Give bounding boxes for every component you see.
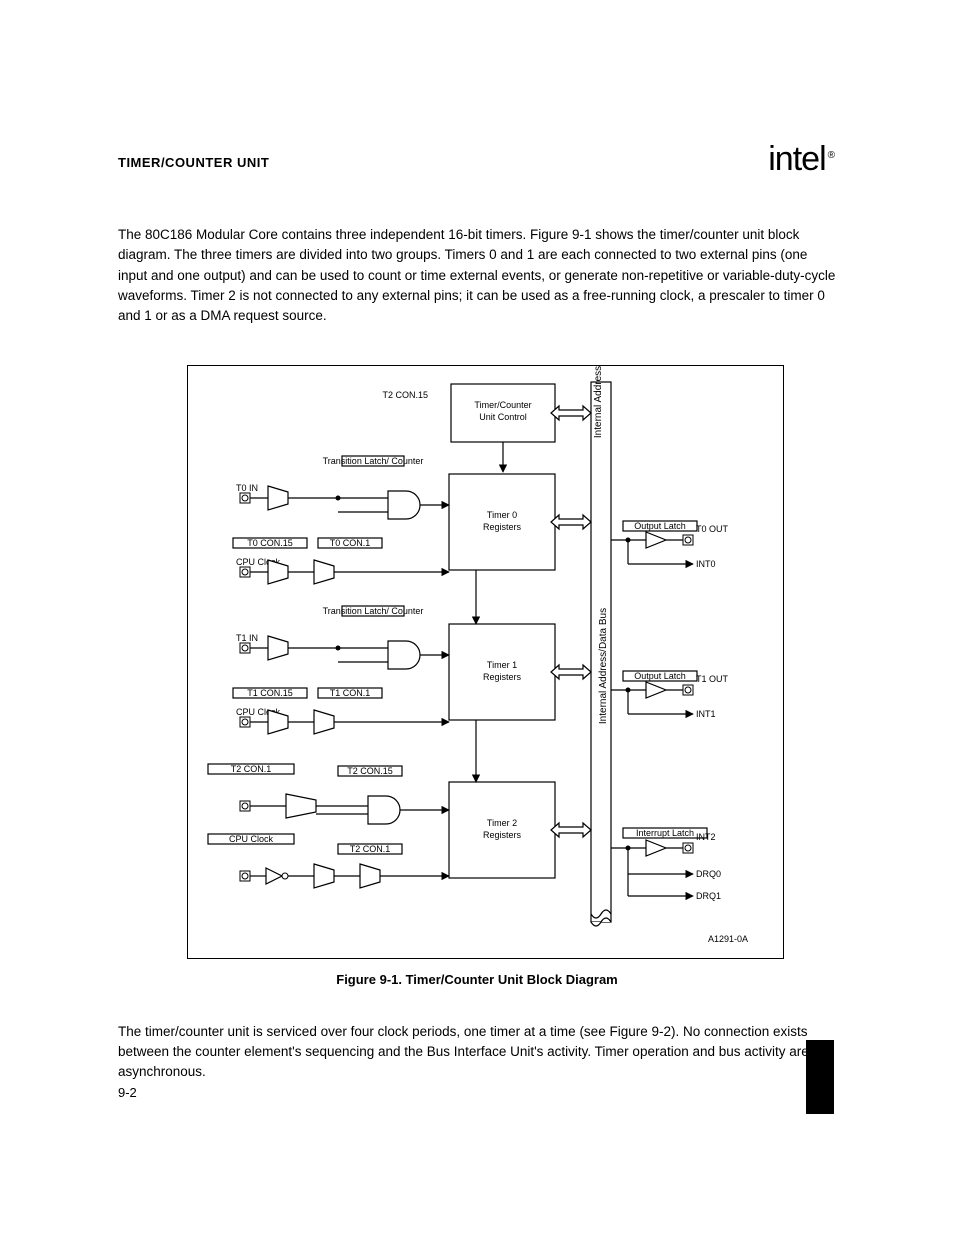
svg-text:T2 CON.1: T2 CON.1 — [231, 764, 272, 774]
svg-text:Output Latch: Output Latch — [634, 521, 686, 531]
svg-text:Registers: Registers — [483, 522, 522, 532]
after-p1: The timer/counter unit is serviced over … — [118, 1022, 838, 1083]
svg-text:Registers: Registers — [483, 672, 522, 682]
figure-caption: Figure 9-1. Timer/Counter Unit Block Dia… — [0, 972, 954, 987]
intel-logo: intel® — [768, 140, 834, 179]
svg-text:Transition Latch/ Counter: Transition Latch/ Counter — [323, 456, 424, 466]
timer2-group: Timer 2 Registers T2 CON.1 T2 CON.15 — [208, 764, 721, 901]
svg-text:Timer 2: Timer 2 — [487, 818, 517, 828]
svg-text:INT1: INT1 — [696, 709, 716, 719]
timer1-group: Timer 1 Registers Transition Latch/ Coun… — [233, 606, 729, 782]
registered-mark: ® — [828, 150, 834, 161]
block-diagram-svg: Internal Address/Data Bus Internal Addre… — [188, 366, 783, 958]
brand-name: intel — [768, 140, 825, 178]
bus-label-rot: Internal Address/Data Bus — [598, 608, 609, 724]
intro-paragraph: The 80C186 Modular Core contains three i… — [118, 225, 838, 340]
svg-text:CPU Clock: CPU Clock — [229, 834, 274, 844]
svg-text:Interrupt Latch: Interrupt Latch — [636, 828, 694, 838]
section-marker-i — [806, 1040, 834, 1114]
svg-text:T0 CON.15: T0 CON.15 — [247, 538, 293, 548]
timer0-group: Timer 0 Registers Transition Latch/ Coun… — [233, 456, 729, 624]
svg-text:Timer 0: Timer 0 — [487, 510, 517, 520]
after-paragraph: The timer/counter unit is serviced over … — [118, 1008, 838, 1096]
svg-text:INT2: INT2 — [696, 832, 716, 842]
svg-text:T1 CON.1: T1 CON.1 — [330, 688, 371, 698]
svg-text:INT0: INT0 — [696, 559, 716, 569]
svg-text:Timer 1: Timer 1 — [487, 660, 517, 670]
svg-text:T1 OUT: T1 OUT — [696, 674, 729, 684]
running-header: TIMER/COUNTER UNIT — [118, 155, 269, 170]
svg-text:Transition Latch/ Counter: Transition Latch/ Counter — [323, 606, 424, 616]
svg-text:T1 CON.15: T1 CON.15 — [247, 688, 293, 698]
svg-text:Unit Control: Unit Control — [479, 412, 527, 422]
page-number: 9-2 — [118, 1085, 137, 1100]
svg-text:Registers: Registers — [483, 830, 522, 840]
svg-text:T0 IN: T0 IN — [236, 483, 258, 493]
figure-frame: Internal Address/Data Bus Internal Addre… — [187, 365, 784, 959]
intro-p1: The 80C186 Modular Core contains three i… — [118, 225, 838, 326]
svg-text:T1 IN: T1 IN — [236, 633, 258, 643]
svg-text:T0 CON.1: T0 CON.1 — [330, 538, 371, 548]
svg-text:Output Latch: Output Latch — [634, 671, 686, 681]
bus-label: Internal Address/Data Bus — [593, 366, 604, 438]
svg-text:DRQ0: DRQ0 — [696, 869, 721, 879]
svg-text:Timer/Counter: Timer/Counter — [474, 400, 531, 410]
svg-text:T2 CON.15: T2 CON.15 — [347, 766, 393, 776]
part-number: A1291-0A — [708, 934, 748, 944]
svg-text:T2 CON.15: T2 CON.15 — [382, 390, 428, 400]
svg-text:T0 OUT: T0 OUT — [696, 524, 729, 534]
svg-text:DRQ1: DRQ1 — [696, 891, 721, 901]
svg-text:T2 CON.1: T2 CON.1 — [350, 844, 391, 854]
